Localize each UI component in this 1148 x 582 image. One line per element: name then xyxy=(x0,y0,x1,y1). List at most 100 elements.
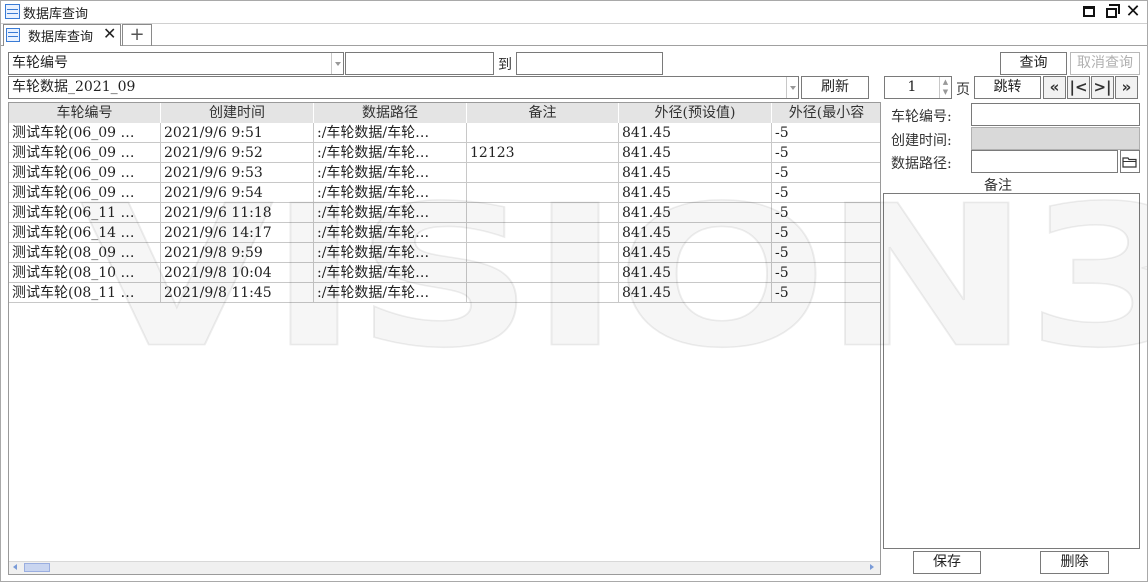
add-tab-button[interactable]: + xyxy=(122,24,152,46)
table-cell[interactable]: 2021/9/6 9:53 xyxy=(161,163,314,183)
table-cell[interactable]: :/车轮数据/车轮… xyxy=(314,163,467,183)
table-cell[interactable]: 2021/9/6 9:52 xyxy=(161,143,314,163)
table-row[interactable]: 测试车轮(06_09 … 2021/9/6 9:54:/车轮数据/车轮… 841.4… xyxy=(9,183,880,203)
table-row[interactable]: 测试车轮(06_09 … 2021/9/6 9:52:/车轮数据/车轮… 12123… xyxy=(9,143,880,163)
wheel-id-field[interactable] xyxy=(971,103,1140,126)
table-cell[interactable]: 841.45 xyxy=(619,143,772,163)
table-select[interactable]: 车轮数据_2021_09 xyxy=(8,76,799,99)
table-cell[interactable] xyxy=(467,263,619,283)
query-button[interactable]: 查询 xyxy=(1000,52,1067,75)
table-cell[interactable]: :/车轮数据/车轮… xyxy=(314,143,467,163)
table-cell[interactable]: 841.45 xyxy=(619,183,772,203)
table-row[interactable]: 测试车轮(06_09 … 2021/9/6 9:53:/车轮数据/车轮… 841.4… xyxy=(9,163,880,183)
table-cell[interactable]: 测试车轮(06_11 … xyxy=(9,203,161,223)
column-header[interactable]: 外径(最小容 xyxy=(772,103,880,123)
table-cell[interactable]: 2021/9/8 9:59 xyxy=(161,243,314,263)
close-button[interactable]: ✕ xyxy=(1123,2,1143,22)
scrollbar-thumb[interactable] xyxy=(24,563,50,572)
table-row[interactable]: 测试车轮(08_10 … 2021/9/8 10:04:/车轮数据/车轮… 841.… xyxy=(9,263,880,283)
table-cell[interactable]: 测试车轮(08_10 … xyxy=(9,263,161,283)
table-cell[interactable] xyxy=(467,183,619,203)
table-cell[interactable]: 测试车轮(06_09 … xyxy=(9,123,161,143)
last-page-button[interactable]: » xyxy=(1115,76,1138,99)
cancel-query-button[interactable]: 取消查询 xyxy=(1070,52,1140,75)
page-number-input[interactable]: 1 ▲ ▼ xyxy=(884,76,952,99)
table-cell[interactable]: 2021/9/8 11:45 xyxy=(161,283,314,303)
notes-textarea[interactable] xyxy=(883,193,1140,549)
table-cell[interactable]: 测试车轮(08_11 … xyxy=(9,283,161,303)
table-row[interactable]: 测试车轮(06_09 … 2021/9/6 9:51:/车轮数据/车轮… 841.4… xyxy=(9,123,880,143)
save-button[interactable]: 保存 xyxy=(913,551,981,574)
table-cell[interactable]: -5 xyxy=(772,283,880,303)
table-cell[interactable]: 2021/9/8 10:04 xyxy=(161,263,314,283)
chevron-down-icon[interactable] xyxy=(331,53,343,74)
table-cell[interactable]: 841.45 xyxy=(619,123,772,143)
table-row[interactable]: 测试车轮(06_11 … 2021/9/6 11:18:/车轮数据/车轮… 841.… xyxy=(9,203,880,223)
column-header[interactable]: 车轮编号 xyxy=(9,103,161,123)
results-table[interactable]: 车轮编号 创建时间 数据路径 备注 外径(预设值) 外径(最小容 测试车轮(06_09 … 2… xyxy=(8,102,881,575)
table-cell[interactable]: 841.45 xyxy=(619,223,772,243)
table-cell[interactable]: -5 xyxy=(772,143,880,163)
query-field-select[interactable]: 车轮编号 xyxy=(8,52,344,75)
table-cell[interactable]: -5 xyxy=(772,123,880,143)
to-value-input[interactable] xyxy=(516,52,663,75)
table-cell[interactable]: -5 xyxy=(772,243,880,263)
delete-button[interactable]: 删除 xyxy=(1040,551,1109,574)
table-cell[interactable]: 841.45 xyxy=(619,263,772,283)
table-row[interactable]: 测试车轮(08_11 … 2021/9/8 11:45:/车轮数据/车轮… 841.… xyxy=(9,283,880,303)
browse-folder-button[interactable] xyxy=(1120,150,1140,173)
next-page-button[interactable]: >| xyxy=(1091,76,1114,99)
table-cell[interactable]: 2021/9/6 9:51 xyxy=(161,123,314,143)
table-cell[interactable] xyxy=(467,203,619,223)
table-cell[interactable]: :/车轮数据/车轮… xyxy=(314,263,467,283)
table-cell[interactable]: 2021/9/6 14:17 xyxy=(161,223,314,243)
data-path-field[interactable] xyxy=(971,150,1118,173)
table-cell[interactable]: :/车轮数据/车轮… xyxy=(314,243,467,263)
restore-button[interactable] xyxy=(1101,2,1121,22)
table-cell[interactable] xyxy=(467,243,619,263)
table-cell[interactable]: :/车轮数据/车轮… xyxy=(314,223,467,243)
table-cell[interactable] xyxy=(467,283,619,303)
first-page-button[interactable]: « xyxy=(1043,76,1066,99)
table-cell[interactable]: 测试车轮(06_09 … xyxy=(9,183,161,203)
table-cell[interactable]: :/车轮数据/车轮… xyxy=(314,123,467,143)
table-cell[interactable]: 测试车轮(08_09 … xyxy=(9,243,161,263)
table-cell[interactable]: :/车轮数据/车轮… xyxy=(314,203,467,223)
column-header[interactable]: 外径(预设值) xyxy=(619,103,772,123)
horizontal-scrollbar[interactable] xyxy=(9,561,880,574)
table-cell[interactable]: 2021/9/6 9:54 xyxy=(161,183,314,203)
spin-arrows-icon[interactable]: ▲ ▼ xyxy=(939,77,951,98)
table-cell[interactable] xyxy=(467,163,619,183)
table-cell[interactable]: :/车轮数据/车轮… xyxy=(314,283,467,303)
table-cell[interactable]: 测试车轮(06_09 … xyxy=(9,143,161,163)
table-cell[interactable]: 841.45 xyxy=(619,203,772,223)
from-value-input[interactable] xyxy=(345,52,494,75)
table-cell[interactable]: -5 xyxy=(772,223,880,243)
table-cell[interactable]: 841.45 xyxy=(619,283,772,303)
prev-page-button[interactable]: |< xyxy=(1067,76,1090,99)
column-header[interactable]: 数据路径 xyxy=(314,103,467,123)
tab-close-icon[interactable]: ✕ xyxy=(103,24,116,44)
table-cell[interactable]: 841.45 xyxy=(619,243,772,263)
column-header[interactable]: 备注 xyxy=(467,103,619,123)
column-header[interactable]: 创建时间 xyxy=(161,103,314,123)
refresh-button[interactable]: 刷新 xyxy=(801,76,869,99)
table-row[interactable]: 测试车轮(06_14 … 2021/9/6 14:17:/车轮数据/车轮… 841.… xyxy=(9,223,880,243)
table-cell[interactable] xyxy=(467,123,619,143)
table-cell[interactable]: 测试车轮(06_09 … xyxy=(9,163,161,183)
scroll-left-icon[interactable] xyxy=(11,562,22,573)
table-cell[interactable]: :/车轮数据/车轮… xyxy=(314,183,467,203)
table-cell[interactable]: 12123 xyxy=(467,143,619,163)
chevron-down-icon[interactable] xyxy=(786,77,798,98)
table-cell[interactable]: -5 xyxy=(772,183,880,203)
minimize-button[interactable] xyxy=(1079,2,1099,22)
table-cell[interactable]: 2021/9/6 11:18 xyxy=(161,203,314,223)
table-cell[interactable]: 841.45 xyxy=(619,163,772,183)
table-cell[interactable] xyxy=(467,223,619,243)
scroll-right-icon[interactable] xyxy=(866,562,877,573)
table-cell[interactable]: -5 xyxy=(772,163,880,183)
jump-button[interactable]: 跳转 xyxy=(974,76,1041,99)
table-cell[interactable]: -5 xyxy=(772,263,880,283)
table-cell[interactable]: 测试车轮(06_14 … xyxy=(9,223,161,243)
table-cell[interactable]: -5 xyxy=(772,203,880,223)
